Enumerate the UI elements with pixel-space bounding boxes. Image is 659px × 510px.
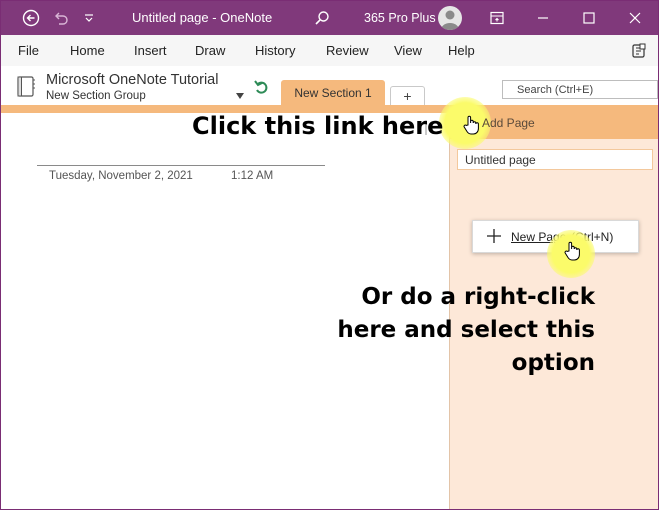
callout-click-link: Click this link here	[192, 112, 444, 140]
add-section-tab[interactable]: +	[390, 86, 425, 105]
close-icon[interactable]	[623, 1, 647, 35]
notebook-dropdown-icon[interactable]	[235, 87, 245, 105]
search-input[interactable]: Search (Ctrl+E)	[502, 80, 658, 99]
window-title: Untitled page - OneNote	[132, 10, 273, 25]
menu-insert[interactable]: Insert	[134, 43, 167, 58]
menu-home[interactable]: Home	[70, 43, 105, 58]
tab-new-section-1[interactable]: New Section 1	[281, 80, 385, 106]
menu-file[interactable]: File	[18, 43, 39, 58]
add-page-button[interactable]: Add Page	[439, 97, 658, 149]
section-group-name[interactable]: New Section Group	[46, 90, 146, 102]
ribbon-display-icon[interactable]	[485, 1, 509, 35]
callout-right-click: Or do a right-click here and select this…	[265, 281, 595, 380]
callout-line: here and select this	[337, 317, 595, 343]
maximize-icon[interactable]	[577, 1, 601, 35]
notebook-bar: Microsoft OneNote Tutorial New Section G…	[1, 66, 658, 106]
page-date: Tuesday, November 2, 2021	[49, 170, 193, 182]
user-avatar[interactable]	[438, 6, 462, 30]
callout-line: option	[511, 350, 595, 376]
menu-help[interactable]: Help	[448, 43, 475, 58]
hand-cursor-icon	[462, 115, 480, 140]
add-page-label: Add Page	[482, 116, 535, 130]
customize-qat-icon[interactable]	[81, 1, 97, 35]
notebook-name[interactable]: Microsoft OneNote Tutorial	[46, 72, 218, 88]
sync-icon[interactable]	[254, 79, 270, 102]
plus-icon	[487, 229, 501, 248]
menu-review[interactable]: Review	[326, 43, 369, 58]
title-bar: Untitled page - OneNote 365 Pro Plus	[1, 1, 658, 35]
onenote-window: Untitled page - OneNote 365 Pro Plus Fil…	[1, 1, 658, 509]
notebook-icon[interactable]	[16, 76, 36, 103]
back-icon[interactable]	[19, 1, 43, 35]
page-time: 1:12 AM	[231, 170, 274, 182]
page-title-line[interactable]	[37, 165, 325, 166]
minimize-icon[interactable]	[531, 1, 555, 35]
menu-draw[interactable]: Draw	[195, 43, 225, 58]
menu-history[interactable]: History	[255, 43, 295, 58]
immersive-reader-icon[interactable]	[631, 43, 647, 64]
search-icon[interactable]	[311, 1, 333, 35]
callout-line: Or do a right-click	[361, 284, 595, 310]
undo-icon[interactable]	[49, 1, 73, 35]
account-name[interactable]: 365 Pro Plus	[364, 11, 436, 25]
page-list-item[interactable]: Untitled page	[457, 149, 653, 170]
ribbon-tabs: File Home Insert Draw History Review Vie…	[1, 35, 658, 67]
hand-cursor-icon	[563, 241, 581, 266]
menu-view[interactable]: View	[394, 43, 422, 58]
